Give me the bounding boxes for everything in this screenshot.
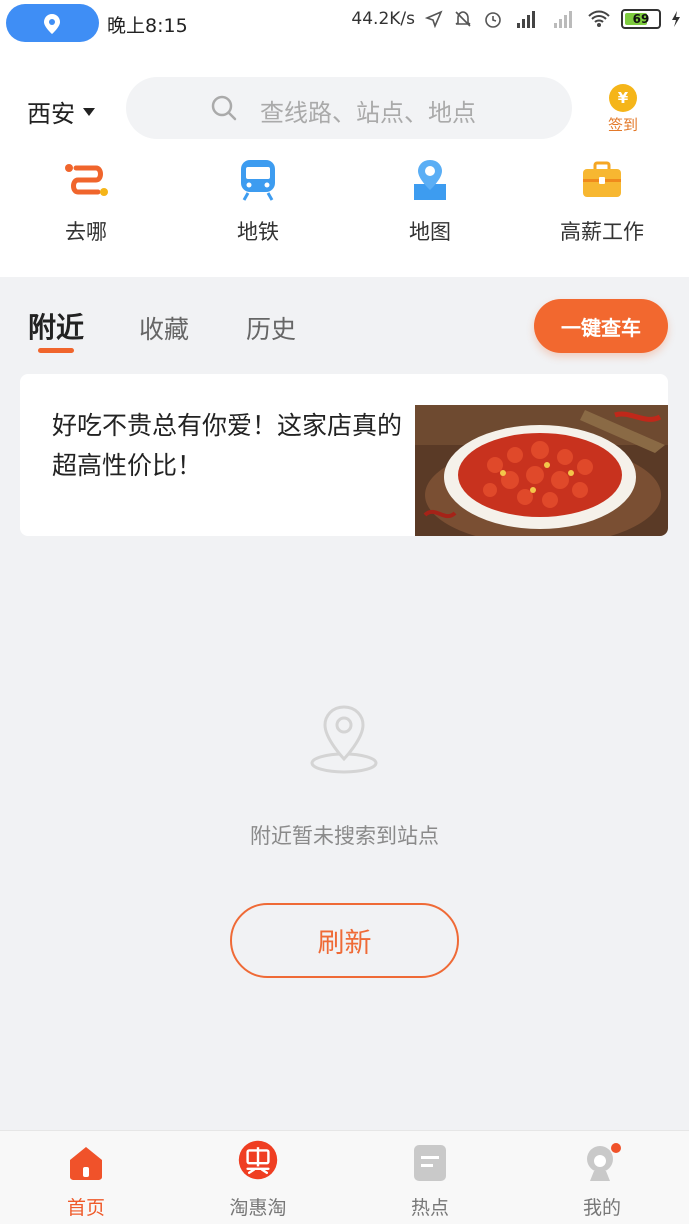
nav-home[interactable]: 首页: [0, 1143, 172, 1220]
taohuitao-icon: [238, 1140, 278, 1180]
news-icon: [414, 1145, 446, 1181]
home-icon: [70, 1147, 102, 1180]
empty-state-message: 附近暂未搜索到站点: [250, 824, 439, 848]
tab-favorites[interactable]: 收藏: [139, 310, 189, 346]
signal-weak-icon: [554, 11, 572, 28]
alarm-icon: [485, 12, 501, 28]
briefcase-icon: [583, 161, 621, 197]
location-indicator[interactable]: [6, 4, 99, 42]
quick-entry-label: 去哪: [65, 220, 107, 244]
quick-entry-route[interactable]: 去哪: [0, 156, 172, 246]
tab-history[interactable]: 历史: [246, 310, 296, 346]
route-icon: [65, 164, 108, 196]
nav-mine[interactable]: 我的: [516, 1143, 688, 1220]
subway-icon: [241, 160, 275, 201]
signin-button[interactable]: ¥ 签到: [601, 84, 645, 135]
search-input[interactable]: 查线路、站点、地点: [126, 77, 572, 139]
bottom-nav: 首页 淘惠淘 热点 我的: [0, 1130, 689, 1224]
quick-entry-label: 地铁: [237, 220, 279, 244]
location-icon: [44, 14, 60, 34]
nav-label: 首页: [66, 1197, 105, 1219]
refresh-button[interactable]: 刷新: [230, 903, 459, 978]
ad-card[interactable]: 好吃不贵总有你爱！这家店真的超高性价比！: [20, 374, 668, 536]
navigation-icon: [425, 10, 443, 28]
nav-hotspot[interactable]: 热点: [344, 1143, 516, 1220]
nav-taohuitao[interactable]: 淘惠淘: [172, 1140, 344, 1220]
status-time: 晚上8:15: [107, 15, 188, 37]
charging-icon: [672, 11, 680, 27]
signal-hd-icon: [517, 11, 535, 28]
ad-text: 好吃不贵总有你爱！这家店真的超高性价比！: [52, 411, 403, 480]
network-speed: 44.2K/s: [351, 9, 415, 29]
quick-entry-map[interactable]: 地图: [344, 156, 516, 246]
mute-bell-icon: [455, 11, 471, 27]
city-selector[interactable]: 西安: [27, 94, 95, 129]
city-name: 西安: [27, 100, 75, 128]
ad-food-image: [415, 405, 668, 536]
quick-entry-jobs[interactable]: 高薪工作: [516, 156, 688, 246]
coin-icon: ¥: [609, 84, 637, 112]
profile-icon: [587, 1143, 621, 1181]
one-key-check-button[interactable]: 一键查车: [534, 299, 668, 353]
status-indicators: 44.2K/s 69: [351, 9, 681, 29]
chevron-down-icon: [83, 107, 95, 116]
search-placeholder: 查线路、站点、地点: [260, 99, 476, 127]
map-icon: [414, 160, 446, 200]
quick-entry-label: 高薪工作: [560, 220, 644, 244]
nav-label: 我的: [582, 1197, 621, 1219]
header: 西安 查线路、站点、地点 ¥ 签到 去哪 地铁 地图 高薪工作: [0, 46, 689, 277]
search-icon: [211, 95, 237, 121]
wifi-icon: [588, 10, 610, 27]
status-bar: 晚上8:15 44.2K/s 69: [0, 0, 689, 46]
battery-indicator: 69: [621, 9, 661, 29]
quick-entry-subway[interactable]: 地铁: [172, 156, 344, 246]
nav-label: 淘惠淘: [229, 1197, 287, 1219]
battery-level: 69: [632, 12, 650, 26]
tab-active-indicator: [38, 348, 74, 353]
quick-entry-label: 地图: [409, 220, 451, 244]
location-pin-icon: [310, 705, 378, 774]
tab-nearby[interactable]: 附近: [28, 306, 84, 346]
signin-label: 签到: [607, 116, 638, 134]
nav-label: 热点: [410, 1197, 449, 1219]
